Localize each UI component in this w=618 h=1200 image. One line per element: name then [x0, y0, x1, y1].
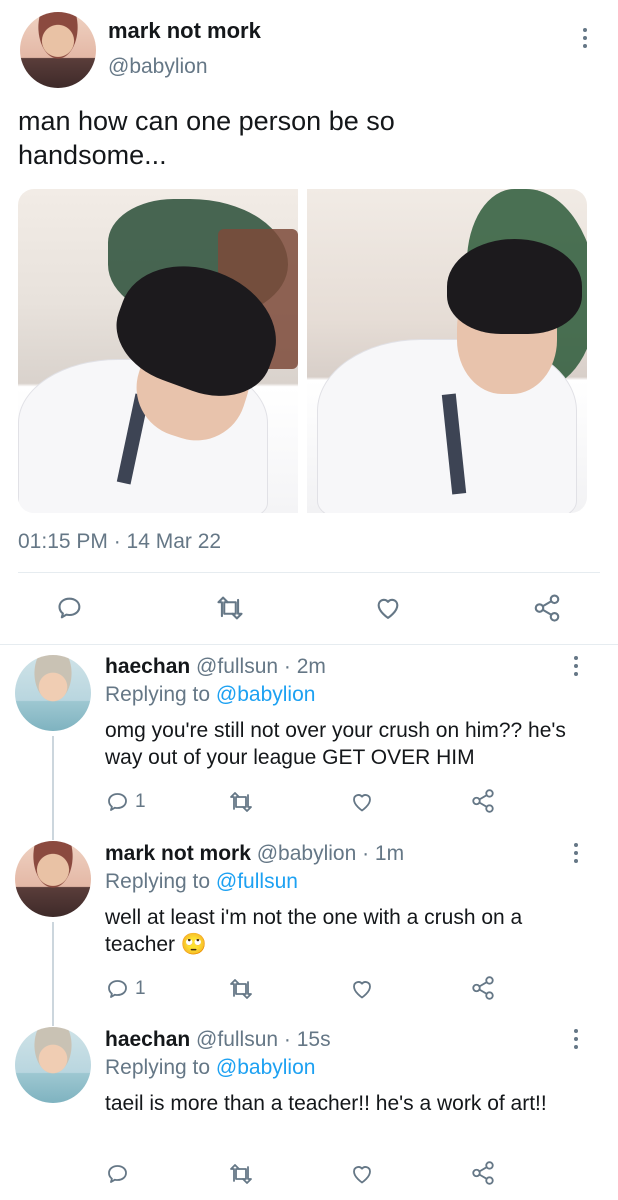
reply-header: mark not mork @babylion · 1m — [105, 842, 404, 866]
retweet-button[interactable] — [215, 594, 245, 622]
share-button[interactable] — [470, 788, 496, 814]
reply-count: 1 — [135, 791, 146, 812]
like-icon — [353, 981, 371, 999]
display-name[interactable]: mark not mork — [105, 842, 251, 865]
display-name[interactable]: haechan — [105, 1028, 190, 1051]
share-icon — [534, 594, 560, 622]
share-button[interactable] — [470, 1160, 496, 1186]
more-options-icon[interactable] — [580, 28, 590, 50]
reply-text: well at least i'm not the one with a cru… — [105, 906, 523, 956]
retweet-button[interactable] — [228, 977, 254, 1001]
avatar[interactable] — [15, 841, 91, 917]
replying-to-link[interactable]: @babylion — [216, 683, 316, 706]
reply-header: haechan @fullsun · 2m — [105, 655, 326, 679]
share-button[interactable] — [532, 593, 562, 623]
share-icon — [472, 789, 494, 813]
retweet-icon — [230, 792, 252, 812]
more-options-icon[interactable] — [571, 843, 581, 865]
reply-text: taeil is more than a teacher!! he's a wo… — [105, 1092, 547, 1115]
retweet-icon — [217, 596, 243, 620]
tweet-photo-1[interactable] — [18, 189, 298, 513]
like-button[interactable] — [373, 594, 403, 622]
tweet-text: man how can one person be so handsome... — [18, 106, 395, 170]
retweet-button[interactable] — [228, 790, 254, 814]
replying-to: Replying to @babylion — [105, 1056, 315, 1080]
avatar[interactable] — [20, 12, 96, 88]
reply-button[interactable]: 1 — [106, 790, 146, 814]
thread-line — [52, 736, 54, 840]
replying-label: Replying to — [105, 870, 211, 893]
like-icon — [353, 794, 371, 812]
replying-label: Replying to — [105, 1056, 211, 1079]
share-button[interactable] — [470, 975, 496, 1001]
handle[interactable]: @babylion — [108, 55, 208, 79]
like-icon — [377, 598, 399, 619]
reply-icon — [108, 980, 127, 998]
replying-to: Replying to @babylion — [105, 683, 315, 707]
share-icon — [472, 976, 494, 1000]
reply-icon — [108, 793, 127, 811]
retweet-button[interactable] — [228, 1162, 254, 1186]
timestamp[interactable]: 01:15 PM · 14 Mar 22 — [18, 530, 221, 554]
replying-label: Replying to — [105, 683, 211, 706]
reply-text: omg you're still not over your crush on … — [105, 719, 566, 769]
reply-icon — [58, 597, 81, 619]
avatar[interactable] — [15, 1027, 91, 1103]
reply-icon — [108, 1165, 127, 1183]
replying-to: Replying to @fullsun — [105, 870, 298, 894]
like-icon — [353, 1166, 371, 1184]
reply-button[interactable] — [56, 594, 84, 622]
tweet-photo-2[interactable] — [307, 189, 587, 513]
thread-line — [52, 922, 54, 1026]
more-options-icon[interactable] — [571, 1029, 581, 1051]
replying-to-link[interactable]: @babylion — [216, 1056, 316, 1079]
more-options-icon[interactable] — [571, 656, 581, 678]
handle[interactable]: @babylion — [257, 842, 357, 865]
retweet-icon — [230, 1164, 252, 1184]
tweet-age: · 15s — [283, 1028, 331, 1051]
tweet-age: · 2m — [283, 655, 326, 678]
like-button[interactable] — [349, 1162, 375, 1186]
reply-button[interactable]: 1 — [106, 977, 146, 1001]
like-button[interactable] — [349, 790, 375, 814]
like-button[interactable] — [349, 977, 375, 1001]
replying-to-link[interactable]: @fullsun — [216, 870, 298, 893]
reply-header: haechan @fullsun · 15s — [105, 1028, 331, 1052]
reply-button[interactable] — [106, 1162, 130, 1186]
retweet-icon — [230, 979, 252, 999]
tweet-age: · 1m — [362, 842, 405, 865]
display-name[interactable]: haechan — [105, 655, 190, 678]
handle[interactable]: @fullsun — [196, 1028, 278, 1051]
display-name[interactable]: mark not mork — [108, 18, 261, 44]
avatar[interactable] — [15, 655, 91, 731]
handle[interactable]: @fullsun — [196, 655, 278, 678]
reply-count: 1 — [135, 978, 146, 999]
share-icon — [472, 1161, 494, 1185]
